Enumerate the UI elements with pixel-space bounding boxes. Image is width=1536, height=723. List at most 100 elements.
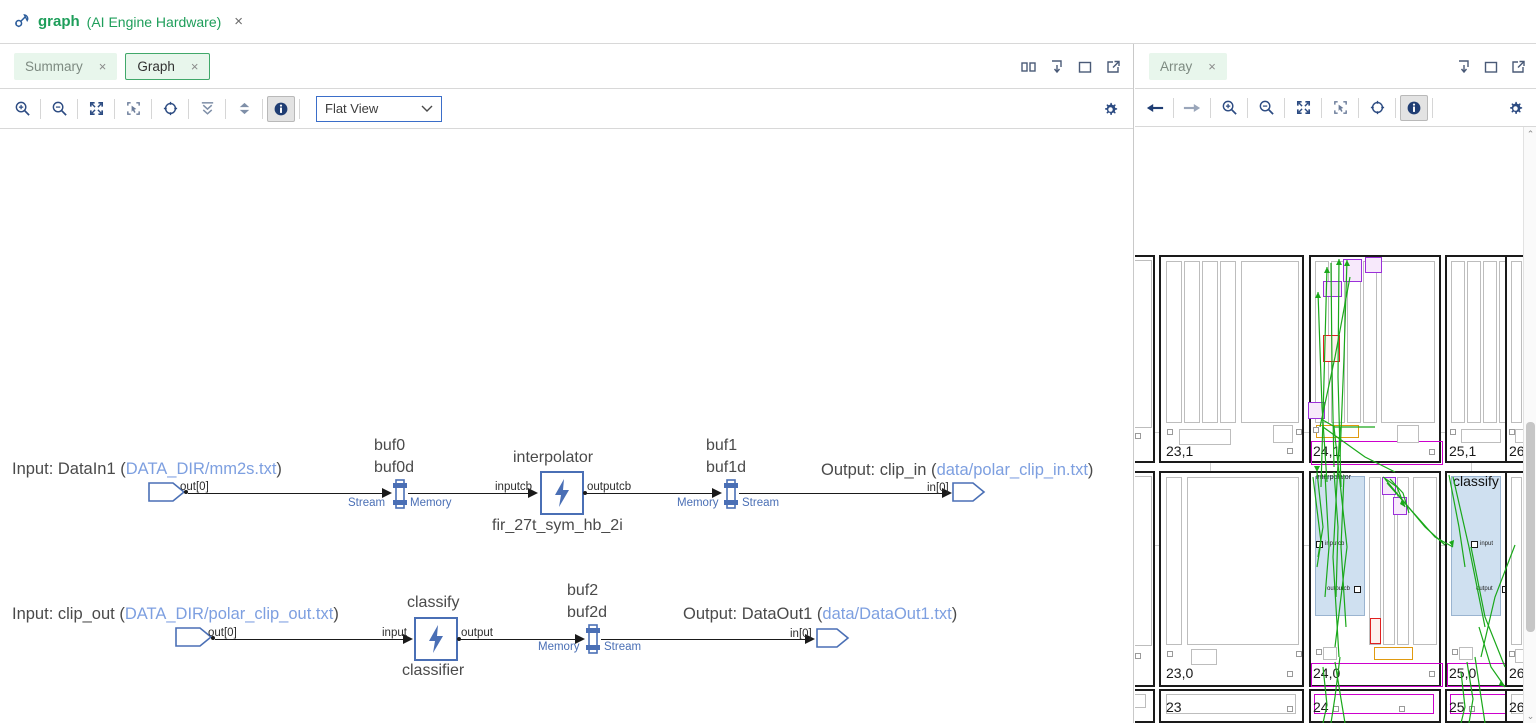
array-port-input[interactable] (1316, 541, 1323, 548)
row1-kernel-box[interactable] (540, 471, 584, 515)
array-zoom-selection-button[interactable] (1326, 95, 1354, 121)
array-routing-node[interactable] (1343, 259, 1362, 282)
chevron-down-icon (421, 105, 433, 112)
row2-output-port-label: in[0] (790, 628, 812, 640)
array-canvas[interactable]: 23,1 24,1 25,1 26, 23,0 interpolator inp… (1135, 127, 1536, 723)
back-arrow-icon (1146, 103, 1164, 112)
zoom-fit-button[interactable] (82, 96, 110, 122)
row1-buffer0-icon[interactable] (392, 479, 408, 509)
minimize-icon[interactable] (1049, 59, 1065, 75)
tab-array[interactable]: Array × (1149, 52, 1227, 80)
split-view-icon[interactable] (1021, 59, 1037, 75)
toolbar-separator (299, 98, 300, 119)
view-mode-select[interactable]: Flat View (316, 95, 442, 122)
toolbar-separator (225, 98, 226, 119)
row1-output-port-shape[interactable] (952, 481, 986, 505)
array-settings-wrap (1507, 89, 1524, 127)
toolbar-separator (1247, 97, 1248, 118)
array-tile-24-0[interactable]: interpolator inputcb outputcb 24,0 (1309, 471, 1443, 687)
row2-kernel-in-port: input (382, 627, 407, 639)
array-tile-23-0[interactable]: 23,0 (1159, 471, 1304, 687)
toolbar-separator (1321, 97, 1322, 118)
toolbar-separator (262, 98, 263, 119)
tab-summary-label: Summary (25, 58, 83, 74)
row1-kernel-name: interpolator (513, 449, 594, 466)
row2-kernel-box[interactable] (414, 617, 458, 661)
page-title: graph (38, 13, 80, 30)
array-zoom-fit-button[interactable] (1289, 95, 1317, 121)
row2-buffer2-icon[interactable] (585, 624, 601, 654)
collapse-all-button[interactable] (193, 96, 221, 122)
maximize-icon[interactable] (1483, 59, 1499, 75)
array-port-out-label: output (1476, 586, 1493, 592)
graph-canvas[interactable]: Input: DataIn1 (DATA_DIR/mm2s.txt) out[0… (0, 129, 1133, 723)
expand-all-button[interactable] (230, 96, 258, 122)
row1-kernel-out-port: outputcb (587, 481, 632, 493)
toolbar-separator (114, 98, 115, 119)
zoom-selection-button[interactable] (119, 96, 147, 122)
array-tile-24-1[interactable]: 24,1 (1308, 255, 1443, 465)
info-button[interactable] (267, 95, 295, 122)
gear-icon[interactable] (1507, 100, 1524, 117)
view-mode-value: Flat View (325, 101, 379, 116)
array-reset-view-button[interactable] (1363, 95, 1391, 121)
gear-icon[interactable] (1102, 101, 1119, 118)
row2-output-port-shape[interactable] (816, 627, 850, 651)
array-back-button[interactable] (1141, 95, 1169, 121)
array-shim-23[interactable]: 23 (1159, 689, 1304, 723)
array-forward-button[interactable] (1178, 95, 1206, 121)
tab-graph[interactable]: Graph × (125, 52, 211, 80)
reset-view-button[interactable] (156, 96, 184, 122)
minimize-icon[interactable] (1456, 59, 1472, 75)
array-routing-node[interactable] (1365, 257, 1382, 273)
row1-input-label-text: Input: DataIn1 ( (12, 460, 126, 478)
array-zoom-out-button[interactable] (1252, 95, 1280, 121)
tab-summary-close-icon[interactable]: × (99, 59, 107, 74)
array-port-input[interactable] (1471, 541, 1478, 548)
array-pl-interface-box[interactable] (1314, 694, 1434, 714)
array-shim-24[interactable]: 24 (1309, 689, 1441, 723)
array-info-button[interactable] (1400, 94, 1428, 121)
row1-buffer1-icon[interactable] (723, 479, 739, 509)
array-tile-23-1[interactable]: 23,1 (1159, 255, 1304, 463)
reset-view-icon (163, 101, 177, 116)
array-port-output[interactable] (1354, 586, 1361, 593)
maximize-icon[interactable] (1077, 59, 1093, 75)
array-vertical-scrollbar[interactable]: ⌃ ⌄ (1523, 127, 1536, 723)
toolbar-separator (1432, 97, 1433, 118)
tab-summary[interactable]: Summary × (14, 52, 118, 80)
array-error-node[interactable] (1370, 618, 1381, 644)
array-warning-node[interactable] (1374, 647, 1413, 660)
tab-array-close-icon[interactable]: × (1208, 59, 1216, 74)
array-warning-node[interactable] (1316, 425, 1359, 438)
tab-graph-label: Graph (137, 58, 175, 74)
row2-kernel-name: classify (407, 594, 460, 611)
row2-output-label-end: ) (951, 605, 958, 623)
tab-graph-close-icon[interactable]: × (191, 59, 199, 74)
array-tile-partial-left-2[interactable] (1135, 471, 1155, 687)
array-tile-label: 25,0 (1449, 665, 1477, 681)
open-external-icon[interactable] (1105, 59, 1121, 75)
scroll-down-arrow-icon[interactable]: ⌄ (1526, 711, 1535, 721)
array-tile-partial-left[interactable] (1135, 255, 1155, 463)
graph-panel: Summary × Graph × Flat View Input: DataI… (0, 44, 1134, 723)
array-routing-node[interactable] (1393, 497, 1407, 515)
graph-node-icon (15, 14, 29, 28)
row2-input-label-end: ) (333, 605, 339, 623)
array-error-node[interactable] (1323, 335, 1340, 362)
row2-input-path: DATA_DIR/polar_clip_out.txt (124, 605, 334, 623)
scroll-up-arrow-icon[interactable]: ⌃ (1526, 129, 1535, 139)
row1-kernel-in-port: inputcb (495, 481, 533, 493)
close-editor-button[interactable]: × (234, 14, 243, 29)
page-subtitle: (AI Engine Hardware) (86, 13, 222, 30)
array-routing-node[interactable] (1323, 281, 1342, 297)
zoom-in-button[interactable] (8, 96, 36, 122)
zoom-out-button[interactable] (45, 96, 73, 122)
array-routing-node[interactable] (1382, 477, 1396, 495)
open-external-icon[interactable] (1510, 59, 1526, 75)
array-scrollbar-thumb[interactable] (1526, 422, 1535, 632)
array-routing-node[interactable] (1308, 402, 1325, 419)
array-zoom-in-button[interactable] (1215, 95, 1243, 121)
array-kernel-label: interpolator (1316, 474, 1352, 481)
array-shim-partial-left[interactable] (1135, 689, 1155, 723)
